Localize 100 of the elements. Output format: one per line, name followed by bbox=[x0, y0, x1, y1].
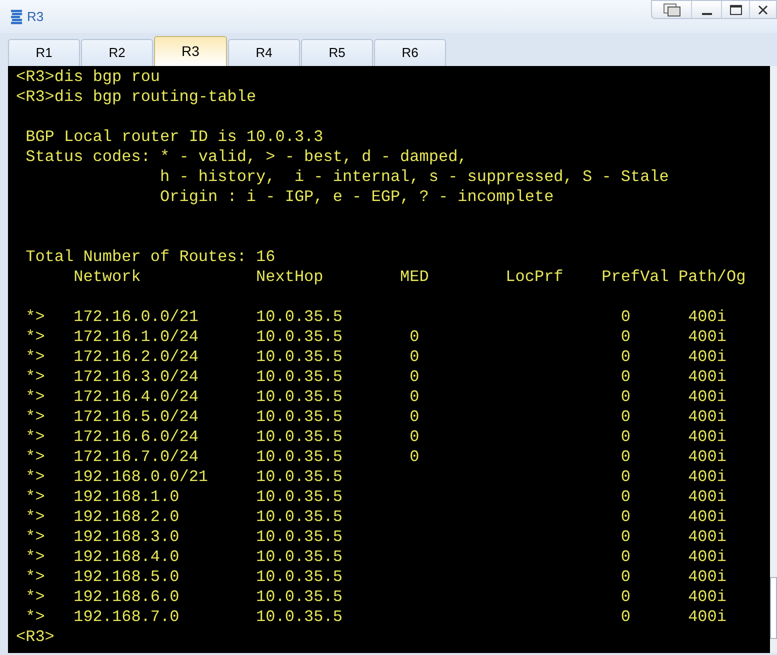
nexthop-cell: 10.0.35.5 bbox=[256, 328, 342, 346]
path-cell: 400i bbox=[688, 568, 726, 586]
nexthop-cell: 10.0.35.5 bbox=[256, 428, 342, 446]
network-cell: 192.168.6.0 bbox=[74, 588, 180, 606]
network-cell: 192.168.4.0 bbox=[74, 548, 180, 566]
prefval-cell: 0 bbox=[620, 508, 630, 526]
network-cell: 172.16.4.0/24 bbox=[74, 388, 198, 406]
network-cell: 172.16.5.0/24 bbox=[74, 408, 198, 426]
path-cell: 400i bbox=[688, 488, 726, 506]
nexthop-cell: 10.0.35.5 bbox=[256, 488, 342, 506]
nexthop-cell: 10.0.35.5 bbox=[256, 608, 342, 626]
med-cell: 0 bbox=[410, 408, 420, 426]
status-code: *> bbox=[26, 368, 45, 386]
prefval-cell: 0 bbox=[620, 388, 630, 406]
output-line: BGP Local router ID is 10.0.3.3 bbox=[26, 127, 324, 147]
nexthop-cell: 10.0.35.5 bbox=[256, 528, 342, 546]
network-cell: 172.16.7.0/24 bbox=[74, 448, 198, 466]
network-cell: 192.168.1.0 bbox=[74, 488, 180, 506]
network-header: Network bbox=[74, 268, 141, 286]
status-code: *> bbox=[26, 388, 45, 406]
med-cell: 0 bbox=[410, 368, 420, 386]
command-line: <R3>dis bgp routing-table bbox=[16, 87, 256, 107]
path-cell: 400i bbox=[688, 348, 726, 366]
status-code: *> bbox=[26, 528, 45, 546]
prefval-cell: 0 bbox=[620, 488, 630, 506]
tab[interactable]: R2 bbox=[81, 39, 153, 66]
nexthop-cell: 10.0.35.5 bbox=[256, 308, 342, 326]
status-code: *> bbox=[26, 508, 45, 526]
med-cell: 0 bbox=[410, 428, 420, 446]
maximize-icon bbox=[730, 4, 742, 14]
tab[interactable]: R1 bbox=[8, 39, 80, 66]
path-cell: 400i bbox=[688, 528, 726, 546]
nexthop-cell: 10.0.35.5 bbox=[256, 548, 342, 566]
output-line: Origin : i - IGP, e - EGP, ? - incomplete bbox=[160, 187, 554, 207]
minimize-icon bbox=[702, 12, 712, 14]
path-header: Path/Og bbox=[678, 268, 746, 286]
command-prompt: <R3> bbox=[16, 627, 54, 647]
prefval-cell: 0 bbox=[620, 468, 630, 486]
prefval-cell: 0 bbox=[620, 428, 630, 446]
path-cell: 400i bbox=[688, 368, 726, 386]
network-cell: 172.16.6.0/24 bbox=[74, 428, 198, 446]
tab[interactable]: R3 bbox=[154, 36, 227, 66]
path-cell: 400i bbox=[688, 408, 726, 426]
path-cell: 400i bbox=[688, 388, 726, 406]
med-header: MED bbox=[400, 268, 429, 286]
prefval-cell: 0 bbox=[620, 568, 630, 586]
nexthop-cell: 10.0.35.5 bbox=[256, 448, 342, 466]
network-cell: 192.168.7.0 bbox=[74, 608, 180, 626]
status-code: *> bbox=[26, 468, 45, 486]
path-cell: 400i bbox=[688, 548, 726, 566]
network-cell: 172.16.1.0/24 bbox=[74, 328, 198, 346]
network-cell: 172.16.0.0/21 bbox=[74, 308, 198, 326]
locprf-header: LocPrf bbox=[506, 268, 564, 286]
status-code: *> bbox=[26, 408, 45, 426]
status-code: *> bbox=[26, 448, 45, 466]
prefval-cell: 0 bbox=[620, 308, 630, 326]
tab[interactable]: R4 bbox=[228, 39, 300, 66]
restore-icon bbox=[662, 2, 680, 16]
path-cell: 400i bbox=[688, 588, 726, 606]
med-cell: 0 bbox=[410, 348, 420, 366]
nexthop-cell: 10.0.35.5 bbox=[256, 568, 342, 586]
prefval-cell: 0 bbox=[620, 608, 630, 626]
nexthop-cell: 10.0.35.5 bbox=[256, 348, 342, 366]
nexthop-cell: 10.0.35.5 bbox=[256, 368, 342, 386]
prefval-cell: 0 bbox=[620, 588, 630, 606]
network-cell: 192.168.5.0 bbox=[74, 568, 180, 586]
prefval-cell: 0 bbox=[620, 528, 630, 546]
path-cell: 400i bbox=[688, 448, 726, 466]
prefval-cell: 0 bbox=[620, 448, 630, 466]
prefval-cell: 0 bbox=[620, 368, 630, 386]
prefval-cell: 0 bbox=[620, 548, 630, 566]
output-line: Total Number of Routes: 16 bbox=[26, 247, 276, 267]
med-cell: 0 bbox=[410, 388, 420, 406]
output-line: Status codes: * - valid, > - best, d - damped, bbox=[26, 147, 468, 167]
nexthop-cell: 10.0.35.5 bbox=[256, 588, 342, 606]
nexthop-cell: 10.0.35.5 bbox=[256, 408, 342, 426]
network-cell: 172.16.2.0/24 bbox=[74, 348, 198, 366]
window-title: R3 bbox=[27, 8, 44, 26]
status-code: *> bbox=[26, 348, 45, 366]
tab[interactable]: R5 bbox=[301, 39, 373, 66]
scrollbar-thumb[interactable] bbox=[770, 577, 777, 639]
prefval-cell: 0 bbox=[620, 348, 630, 366]
path-cell: 400i bbox=[688, 428, 726, 446]
path-cell: 400i bbox=[688, 608, 726, 626]
network-cell: 172.16.3.0/24 bbox=[74, 368, 198, 386]
app-icon bbox=[9, 9, 25, 25]
prefval-header: PrefVal bbox=[602, 268, 669, 286]
nexthop-cell: 10.0.35.5 bbox=[256, 468, 342, 486]
path-cell: 400i bbox=[688, 508, 726, 526]
network-cell: 192.168.2.0 bbox=[74, 508, 180, 526]
status-code: *> bbox=[26, 488, 45, 506]
tab[interactable]: R6 bbox=[374, 39, 446, 66]
path-cell: 400i bbox=[688, 308, 726, 326]
path-cell: 400i bbox=[688, 328, 726, 346]
output-line: h - history, i - internal, s - suppressed, S - Stale bbox=[160, 167, 669, 187]
nexthop-cell: 10.0.35.5 bbox=[256, 388, 342, 406]
status-code: *> bbox=[26, 428, 45, 446]
status-code: *> bbox=[26, 328, 45, 346]
status-code: *> bbox=[26, 608, 45, 626]
med-cell: 0 bbox=[410, 448, 420, 466]
